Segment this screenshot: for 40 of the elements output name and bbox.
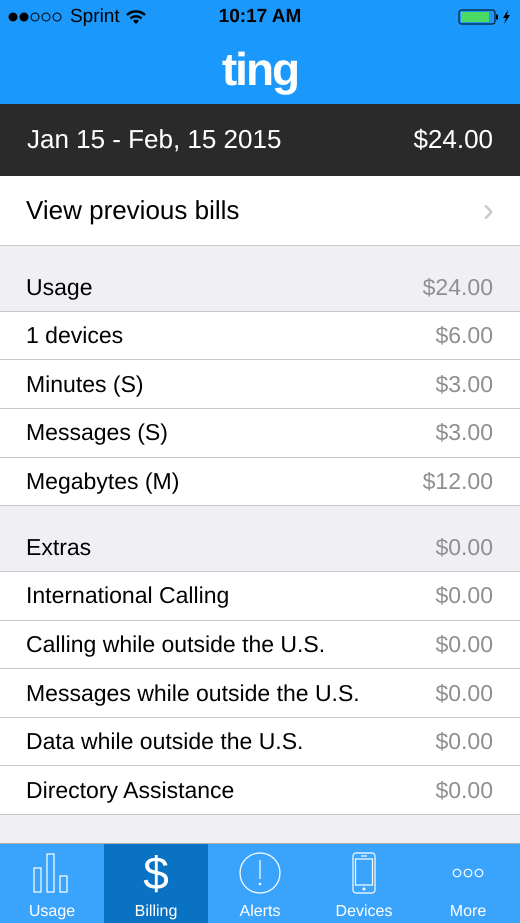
- tab[interactable]: More: [416, 844, 520, 923]
- wifi-icon: [126, 10, 146, 24]
- item-amount: $0.00: [435, 728, 493, 756]
- tab[interactable]: Devices: [312, 844, 416, 923]
- section-title: Extras: [26, 534, 92, 562]
- status-time: 10:17 AM: [218, 6, 302, 28]
- battery-icon: [458, 9, 512, 25]
- item-amount: $0.00: [435, 582, 493, 610]
- item-amount: $3.00: [435, 419, 493, 446]
- billing-period: Jan 15 - Feb, 15 2015: [27, 124, 282, 156]
- section-amount: $24.00: [422, 274, 493, 301]
- item-label: 1 devices: [26, 322, 124, 350]
- item-label: International Calling: [26, 582, 230, 610]
- signal-icon: [8, 12, 64, 22]
- tab[interactable]: Alerts: [208, 844, 312, 923]
- item-label: Data while outside the U.S.: [26, 728, 304, 756]
- tab[interactable]: Usage: [0, 844, 104, 923]
- phone-icon: [352, 852, 376, 894]
- item-label: Calling while outside the U.S.: [26, 630, 326, 658]
- item-label: Minutes (S): [26, 370, 144, 398]
- carrier-name: Sprint: [70, 6, 120, 28]
- item-amount: $0.00: [435, 680, 493, 707]
- item-label: Megabytes (M): [26, 468, 180, 495]
- item-label: Messages while outside the U.S.: [26, 680, 360, 707]
- section-amount: $0.00: [435, 534, 493, 562]
- tab[interactable]: $ Billing: [104, 844, 208, 923]
- previous-bills-label: View previous bills: [26, 194, 240, 226]
- item-amount: $6.00: [435, 322, 493, 350]
- item-amount: $3.00: [435, 370, 493, 398]
- item-amount: $12.00: [422, 468, 493, 495]
- item-amount: $0.00: [435, 630, 493, 658]
- period-total: $24.00: [413, 124, 493, 156]
- alert-icon: [239, 852, 281, 894]
- item-label: Directory Assistance: [26, 776, 234, 804]
- dollar-icon: $: [143, 851, 169, 896]
- chevron-icon: ›: [482, 190, 494, 230]
- section-title: Usage: [26, 274, 92, 301]
- item-amount: $0.00: [435, 776, 493, 804]
- more-icon: [452, 868, 484, 878]
- item-label: Messages (S): [26, 419, 168, 446]
